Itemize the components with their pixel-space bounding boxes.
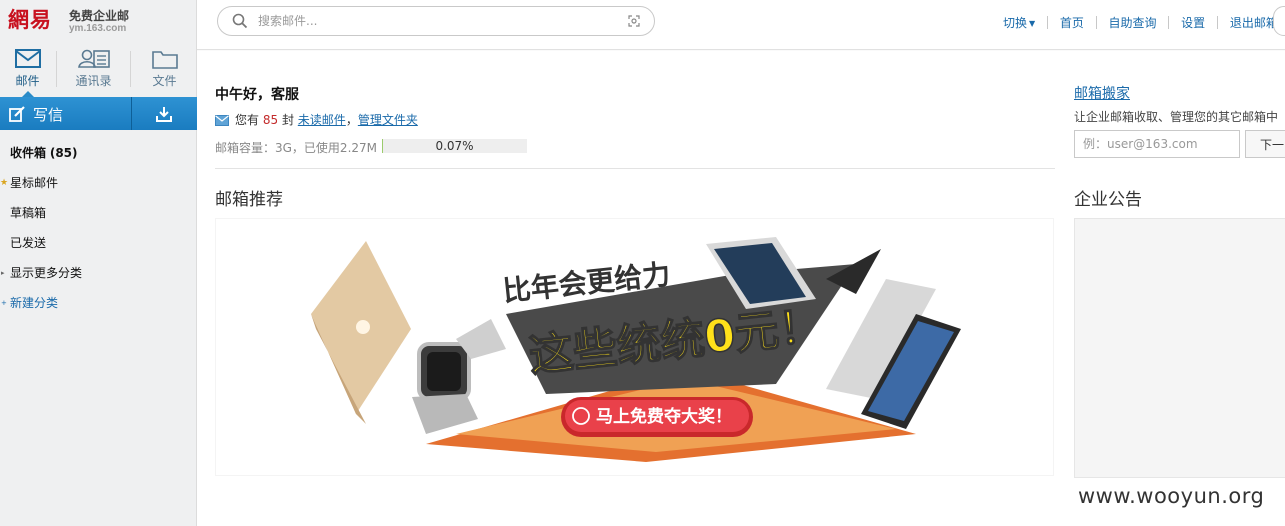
- compose-icon: [9, 106, 25, 122]
- contacts-icon: [77, 49, 110, 68]
- link-divider: [1047, 16, 1048, 29]
- nav-contacts-label: 通讯录: [75, 74, 112, 88]
- folder-show-more-label: 显示更多分类: [10, 266, 83, 280]
- avatar[interactable]: [1273, 6, 1285, 36]
- top-links: 切换 ▼ 首页 自助查询 设置 退出邮箱: [1003, 14, 1278, 30]
- folder-starred-label: 星标邮件: [10, 176, 59, 190]
- recommend-title: 邮箱推荐: [215, 190, 283, 210]
- compose-label: 写信: [33, 106, 64, 124]
- chevron-down-icon: ▼: [1029, 19, 1036, 28]
- nav-divider: [130, 51, 131, 87]
- nav-mail[interactable]: 邮件: [0, 45, 55, 97]
- promo-banner[interactable]: 比年会更给力 这些统统0元！ 马上免费夺大奖！: [215, 218, 1054, 476]
- home-link[interactable]: 首页: [1060, 16, 1084, 30]
- star-icon: ★: [0, 178, 9, 188]
- quota-label: 邮箱容量：3G，已使用2.27M: [215, 141, 378, 155]
- folder-list: 收件箱 (85) ★ 星标邮件 草稿箱 已发送 ▸ 显示更多分类 + 新建分类: [0, 138, 197, 318]
- receive-button[interactable]: [132, 97, 197, 130]
- switch-link[interactable]: 切换 ▼: [1003, 16, 1035, 30]
- main-content: 中午好，客服 您有 85 封 未读邮件，管理文件夹 邮箱容量：3G，已使用2.2…: [197, 51, 1285, 526]
- folder-drafts-label: 草稿箱: [10, 206, 47, 220]
- mailbox-migration-link[interactable]: 邮箱搬家: [1074, 83, 1130, 103]
- top-bar: 切换▼ 首页 自助查询 设置 退出邮箱: [197, 0, 1285, 50]
- banner-button-text: 马上免费夺大奖！: [596, 406, 732, 427]
- nav-files-label: 文件: [152, 74, 177, 88]
- plus-icon: +: [1, 299, 7, 307]
- mailbox-migration-desc: 让企业邮箱收取、管理您的其它邮箱中: [1074, 110, 1279, 124]
- quota-percent: 0.07%: [435, 139, 474, 153]
- promo-banner-art: 比年会更给力 这些统统0元！ 马上免费夺大奖！: [311, 237, 961, 462]
- folder-show-more[interactable]: ▸ 显示更多分类: [0, 258, 197, 288]
- search-box: [217, 6, 655, 36]
- unread-prefix: 您有: [235, 113, 260, 127]
- folder-icon: [151, 51, 178, 69]
- module-nav: 邮件 通讯录 文件: [0, 45, 197, 97]
- folder-sent-label: 已发送: [10, 236, 47, 250]
- folder-drafts[interactable]: 草稿箱: [0, 198, 197, 228]
- notice-title: 企业公告: [1074, 190, 1142, 210]
- settings-link[interactable]: 设置: [1181, 16, 1205, 30]
- nav-divider: [56, 51, 57, 87]
- compose-bar: 写信: [0, 97, 197, 130]
- nav-mail-label: 邮件: [15, 74, 40, 88]
- search-input[interactable]: [258, 12, 608, 30]
- watermark: www.wooyun.org: [1078, 484, 1265, 508]
- mail-icon: [215, 115, 229, 126]
- right-column: 邮箱搬家 让企业邮箱收取、管理您的其它邮箱中 下一 企业公告: [1074, 51, 1285, 526]
- unread-sep: ，: [345, 113, 358, 127]
- migration-next-button[interactable]: 下一: [1245, 130, 1285, 158]
- logo-product: 免费企业邮: [69, 9, 130, 23]
- logo[interactable]: 網易 免费企业邮 ym.163.com: [8, 4, 193, 40]
- mail-icon: [14, 49, 41, 68]
- switch-label: 切换: [1003, 16, 1028, 30]
- phone-image: [826, 279, 961, 429]
- laptop-image: [311, 241, 411, 424]
- quota-bar: 0.07%: [382, 139, 527, 153]
- link-divider: [1168, 16, 1170, 29]
- unread-mail-link[interactable]: 未读邮件: [298, 113, 346, 127]
- migration-email-input[interactable]: [1074, 130, 1240, 158]
- unread-summary: 您有 85 封 未读邮件，管理文件夹: [215, 111, 418, 128]
- logout-link[interactable]: 退出邮箱: [1230, 16, 1278, 30]
- notice-panel: [1074, 218, 1285, 478]
- link-divider: [1217, 16, 1219, 29]
- folder-inbox[interactable]: 收件箱 (85): [0, 138, 197, 168]
- new-folder-link[interactable]: + 新建分类: [0, 288, 197, 318]
- folder-inbox-label: 收件箱: [10, 146, 47, 160]
- nav-files[interactable]: 文件: [137, 45, 192, 95]
- watch-image: [412, 319, 506, 434]
- logo-domain: ym.163.com: [69, 23, 127, 34]
- search-icon: [232, 13, 248, 29]
- compose-button[interactable]: 写信: [0, 97, 131, 130]
- folder-starred[interactable]: ★ 星标邮件: [0, 168, 197, 198]
- inbox-count: (85): [49, 146, 78, 160]
- divider: [215, 168, 1055, 169]
- unread-count: 85: [262, 113, 279, 127]
- expand-arrow-icon: ▸: [1, 269, 5, 277]
- greeting: 中午好，客服: [215, 87, 299, 103]
- sidebar: 網易 免费企业邮 ym.163.com 邮件 通讯录 文件 写信 收件箱 (85…: [0, 0, 197, 526]
- unread-unit: 封: [281, 113, 294, 127]
- self-service-link[interactable]: 自助查询: [1109, 16, 1157, 30]
- logo-brand: 網易: [8, 7, 52, 32]
- nav-contacts[interactable]: 通讯录: [66, 45, 121, 95]
- link-divider: [1095, 16, 1097, 29]
- download-icon: [156, 107, 172, 122]
- folder-sent[interactable]: 已发送: [0, 228, 197, 258]
- advanced-search-icon[interactable]: [628, 15, 640, 27]
- manage-folders-link[interactable]: 管理文件夹: [358, 113, 418, 127]
- new-folder-label: 新建分类: [10, 296, 59, 310]
